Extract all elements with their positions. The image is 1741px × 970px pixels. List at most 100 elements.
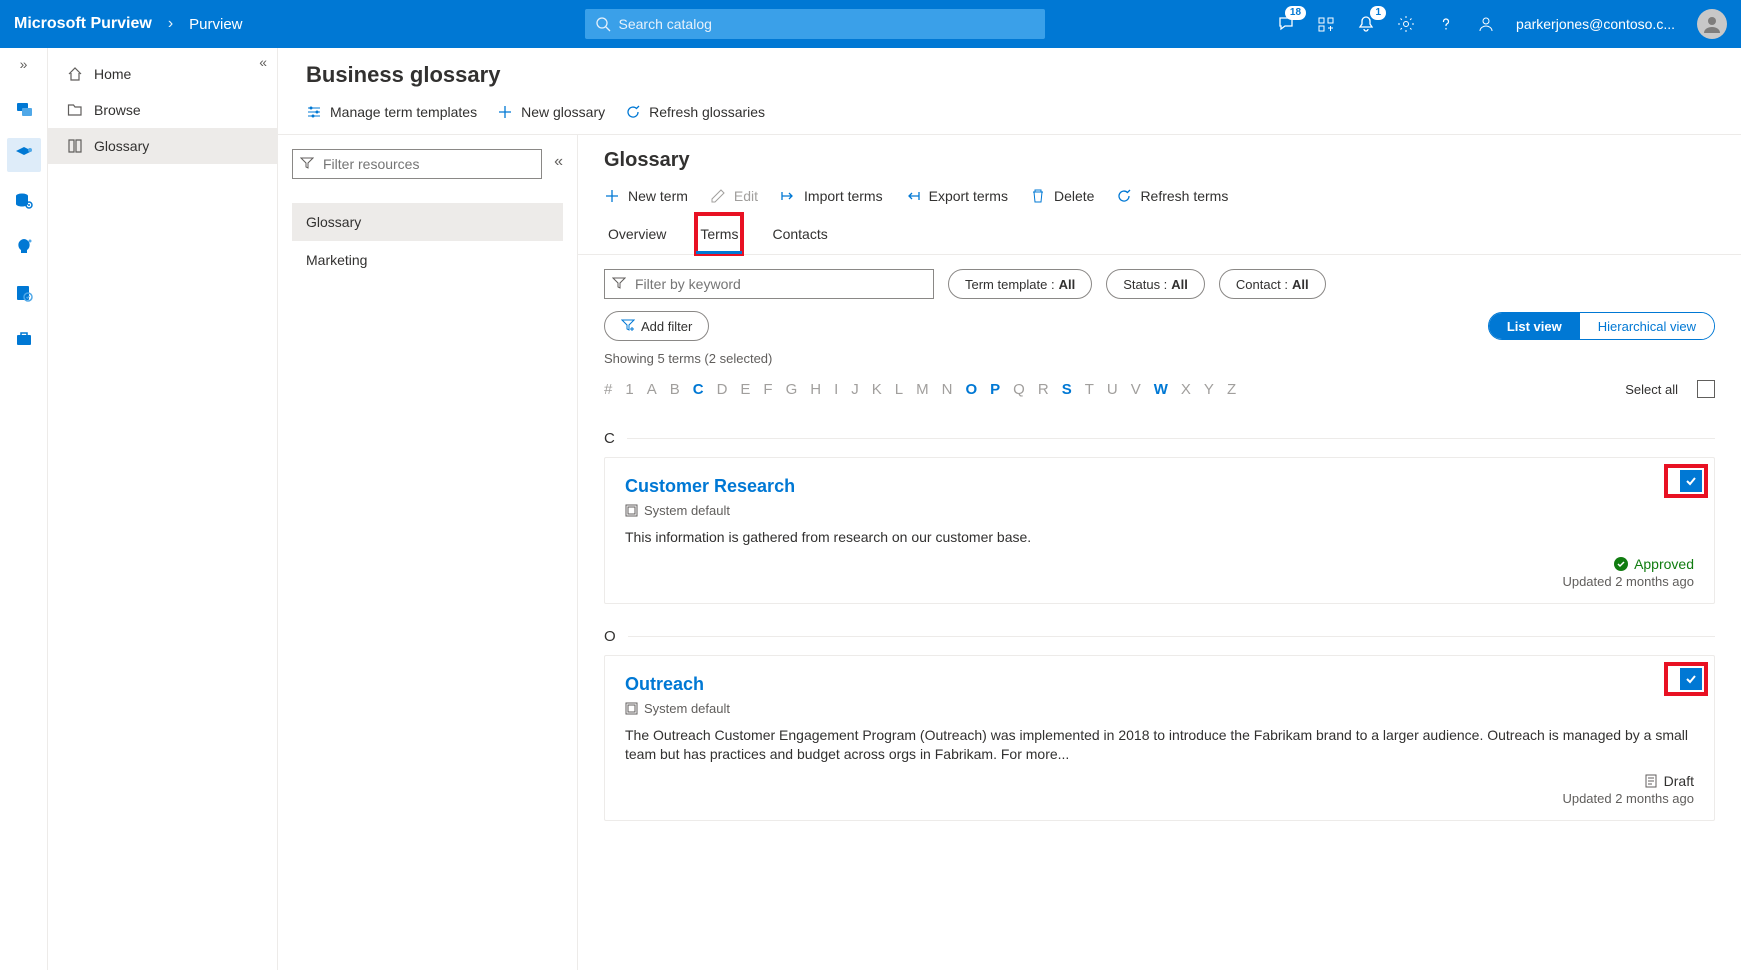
chevron-right-icon: ›	[168, 15, 173, 33]
alpha-Q[interactable]: Q	[1013, 381, 1025, 398]
rail-item-data[interactable]	[7, 184, 41, 218]
import-terms-button[interactable]: Import terms	[780, 188, 883, 204]
alpha-A[interactable]: A	[647, 381, 657, 398]
alpha-C[interactable]: C	[693, 381, 704, 398]
sidebar-item-browse[interactable]: Browse	[48, 92, 277, 128]
catalog-icon[interactable]	[1316, 14, 1336, 34]
rail-item-insights[interactable]	[7, 230, 41, 264]
tree-item-marketing[interactable]: Marketing	[292, 241, 563, 279]
alpha-R[interactable]: R	[1038, 381, 1049, 398]
rail-item-sources[interactable]	[7, 92, 41, 126]
refresh-icon	[625, 104, 641, 120]
filter-status-pill[interactable]: Status :All	[1106, 269, 1205, 299]
breadcrumb-item[interactable]: Purview	[189, 16, 242, 33]
avatar[interactable]	[1697, 9, 1727, 39]
alpha-X[interactable]: X	[1181, 381, 1191, 398]
sidebar-collapse-icon[interactable]: «	[259, 54, 267, 70]
filter-contact-pill[interactable]: Contact :All	[1219, 269, 1326, 299]
term-title[interactable]: Outreach	[625, 674, 1694, 695]
alpha-G[interactable]: G	[786, 381, 798, 398]
rail-item-management[interactable]	[7, 322, 41, 356]
help-icon[interactable]	[1436, 14, 1456, 34]
alpha-T[interactable]: T	[1085, 381, 1094, 398]
rail-item-policy[interactable]	[7, 276, 41, 310]
notification-icon[interactable]: 1	[1356, 14, 1376, 34]
term-card[interactable]: OutreachSystem defaultThe Outreach Custo…	[604, 655, 1715, 821]
tree-item-glossary[interactable]: Glossary	[292, 203, 563, 241]
refresh-glossaries-button[interactable]: Refresh glossaries	[625, 104, 765, 120]
tree-item-label: Glossary	[306, 214, 361, 230]
delete-button[interactable]: Delete	[1030, 188, 1094, 204]
alpha-Y[interactable]: Y	[1204, 381, 1214, 398]
search-input[interactable]	[585, 9, 1045, 39]
tab-label: Overview	[608, 226, 666, 242]
tree-collapse-icon[interactable]: «	[554, 153, 563, 171]
hierarchical-view-button[interactable]: Hierarchical view	[1580, 313, 1714, 339]
person-icon[interactable]	[1476, 14, 1496, 34]
filter-icon	[612, 276, 626, 295]
view-toggle: List view Hierarchical view	[1488, 312, 1715, 340]
rail-expand-icon[interactable]: »	[20, 56, 28, 72]
tab-contacts[interactable]: Contacts	[768, 214, 831, 254]
term-title[interactable]: Customer Research	[625, 476, 1694, 497]
alpha-S[interactable]: S	[1062, 381, 1072, 398]
sidebar-item-label: Browse	[94, 102, 141, 118]
tab-overview[interactable]: Overview	[604, 214, 670, 254]
alpha-B[interactable]: B	[670, 381, 680, 398]
user-email[interactable]: parkerjones@contoso.c...	[1516, 16, 1675, 32]
add-filter-button[interactable]: Add filter	[604, 311, 709, 341]
refresh-terms-button[interactable]: Refresh terms	[1116, 188, 1228, 204]
pencil-icon	[710, 188, 726, 204]
alpha-E[interactable]: E	[740, 381, 750, 398]
sidebar-item-glossary[interactable]: Glossary	[48, 128, 277, 164]
alpha-Z[interactable]: Z	[1227, 381, 1236, 398]
alpha-M[interactable]: M	[916, 381, 929, 398]
alpha-L[interactable]: L	[895, 381, 903, 398]
alpha-W[interactable]: W	[1154, 381, 1168, 398]
new-glossary-button[interactable]: New glossary	[497, 104, 605, 120]
feedback-icon[interactable]: 18	[1276, 14, 1296, 34]
settings-icon[interactable]	[1396, 14, 1416, 34]
tool-label: Refresh glossaries	[649, 104, 765, 120]
plus-icon	[497, 104, 513, 120]
alpha-O[interactable]: O	[965, 381, 977, 398]
tab-terms[interactable]: Terms	[696, 214, 742, 254]
term-template: System default	[625, 701, 1694, 716]
tabs: Overview Terms Contacts	[578, 214, 1741, 255]
alpha-P[interactable]: P	[990, 381, 1000, 398]
tree-item-label: Marketing	[306, 252, 367, 268]
checkbox-checked[interactable]	[1680, 668, 1702, 690]
brand-name[interactable]: Microsoft Purview	[14, 15, 152, 33]
edit-button: Edit	[710, 188, 758, 204]
alpha-F[interactable]: F	[763, 381, 772, 398]
alpha-K[interactable]: K	[872, 381, 882, 398]
sidebar-item-home[interactable]: Home	[48, 56, 277, 92]
alpha-H[interactable]: H	[810, 381, 821, 398]
alpha-#[interactable]: #	[604, 381, 612, 398]
manage-templates-button[interactable]: Manage term templates	[306, 104, 477, 120]
filter-keyword-input[interactable]	[604, 269, 934, 299]
select-all-checkbox[interactable]	[1697, 380, 1715, 398]
section-header: C	[604, 430, 1715, 447]
checkbox-checked[interactable]	[1680, 470, 1702, 492]
alpha-V[interactable]: V	[1131, 381, 1141, 398]
alpha-J[interactable]: J	[851, 381, 859, 398]
tool-label: New glossary	[521, 104, 605, 120]
alpha-I[interactable]: I	[834, 381, 838, 398]
new-term-button[interactable]: New term	[604, 188, 688, 204]
alpha-1[interactable]: 1	[625, 381, 633, 398]
alpha-U[interactable]: U	[1107, 381, 1118, 398]
filter-template-pill[interactable]: Term template :All	[948, 269, 1092, 299]
alpha-D[interactable]: D	[717, 381, 728, 398]
mtool-label: Delete	[1054, 188, 1094, 204]
term-template: System default	[625, 503, 1694, 518]
mtool-label: New term	[628, 188, 688, 204]
export-terms-button[interactable]: Export terms	[905, 188, 1008, 204]
term-card[interactable]: Customer ResearchSystem defaultThis info…	[604, 457, 1715, 604]
alpha-index: #1ABCDEFGHIJKLMNOPQRSTUVWXYZSelect all	[578, 380, 1741, 406]
filter-resources-input[interactable]	[292, 149, 542, 179]
list-view-button[interactable]: List view	[1489, 313, 1580, 339]
rail-item-catalog[interactable]	[7, 138, 41, 172]
alpha-N[interactable]: N	[942, 381, 953, 398]
left-rail: »	[0, 48, 48, 970]
